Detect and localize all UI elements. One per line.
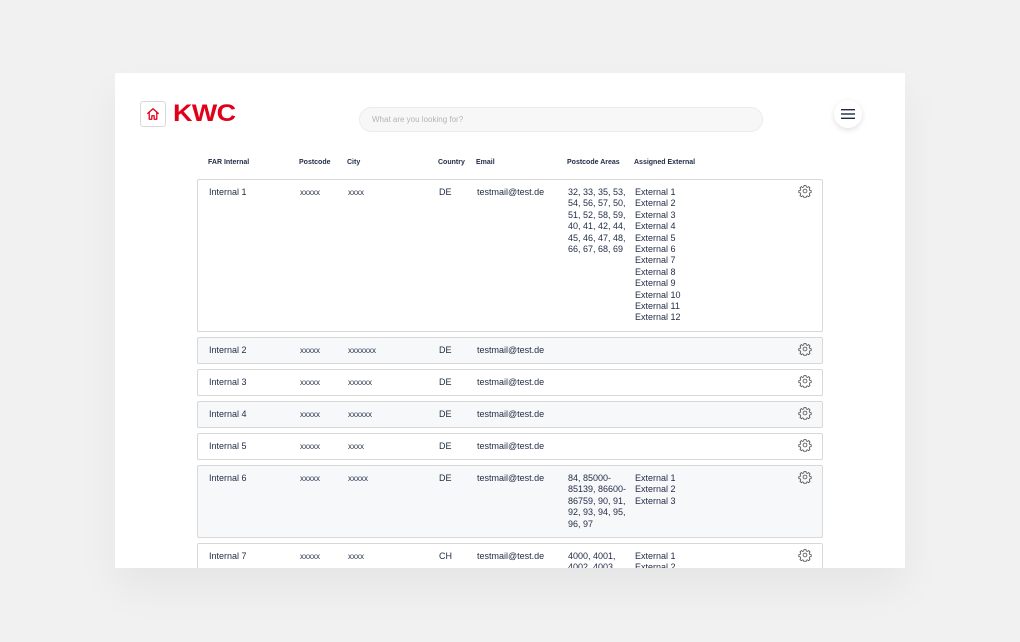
cell-city: xxxxxxx <box>348 346 376 355</box>
table-row[interactable]: Internal 7 xxxxx xxxx CH testmail@test.de 400… <box>197 543 823 568</box>
cell-far-internal: Internal 1 <box>209 187 247 197</box>
cell-country: DE <box>439 345 452 355</box>
table-row[interactable]: Internal 2 xxxxx xxxxxxx DE testmail@test.de <box>197 337 823 364</box>
cell-email: testmail@test.de <box>477 187 545 197</box>
gear-icon[interactable] <box>798 470 812 484</box>
cell-postcode: xxxxx <box>300 188 320 197</box>
external-item: External 4 <box>635 221 676 232</box>
external-item: External 8 <box>635 266 676 277</box>
home-icon <box>147 108 159 120</box>
table-row[interactable]: Internal 5 xxxxx xxxx DE testmail@test.de <box>197 433 823 460</box>
external-item: External 1 <box>635 551 676 561</box>
external-item: External 10 <box>635 289 681 300</box>
external-item: External 9 <box>635 278 676 289</box>
external-item: External 11 <box>635 301 680 312</box>
cell-country: DE <box>439 187 452 197</box>
cell-country: DE <box>439 441 452 451</box>
cell-postcode-areas: 84, 85000-85139, 86600-86759, 90, 91, 92… <box>568 473 627 529</box>
table-row[interactable]: Internal 6 xxxxx xxxxx DE testmail@test.de 84… <box>197 465 823 538</box>
cell-city: xxxx <box>348 442 364 451</box>
gear-icon[interactable] <box>798 406 812 420</box>
cell-email: testmail@test.de <box>477 473 545 483</box>
cell-far-internal: Internal 2 <box>209 345 247 355</box>
cell-postcode: xxxxx <box>300 474 320 483</box>
gear-icon[interactable] <box>798 342 812 356</box>
cell-far-internal: Internal 4 <box>209 409 247 419</box>
cell-postcode: xxxxx <box>300 442 320 451</box>
external-item: External 1 <box>635 187 676 197</box>
cell-city: xxxxx <box>348 474 368 483</box>
cell-far-internal: Internal 5 <box>209 441 247 451</box>
table-header: FAR Internal Postcode City Country Email… <box>197 155 823 171</box>
menu-button[interactable] <box>834 100 862 128</box>
cell-postcode-areas: 32, 33, 35, 53, 54, 56, 57, 50, 51, 52, … <box>568 187 626 255</box>
cell-far-internal: Internal 7 <box>209 551 247 561</box>
gear-icon[interactable] <box>798 374 812 388</box>
kwc-logo: KWC <box>173 100 236 127</box>
home-button[interactable] <box>140 101 166 127</box>
app-window: KWC FAR Internal Postcode City Country E… <box>115 73 905 568</box>
gear-icon[interactable] <box>798 184 812 198</box>
cell-city: xxxx <box>348 188 364 197</box>
cell-email: testmail@test.de <box>477 441 545 451</box>
external-item: External 7 <box>635 255 676 266</box>
external-item: External 2 <box>635 198 676 209</box>
cell-email: testmail@test.de <box>477 377 545 387</box>
external-item: External 5 <box>635 232 676 243</box>
cell-far-internal: Internal 6 <box>209 473 247 483</box>
cell-assigned-external: External 1 External 2 External 3 <box>635 473 676 507</box>
cell-postcode: xxxxx <box>300 410 320 419</box>
table-row[interactable]: Internal 4 xxxxx xxxxxx DE testmail@test.de <box>197 401 823 428</box>
external-item: External 3 <box>635 209 676 220</box>
cell-email: testmail@test.de <box>477 345 545 355</box>
cell-postcode: xxxxx <box>300 346 320 355</box>
cell-far-internal: Internal 3 <box>209 377 247 387</box>
column-header-assigned-external: Assigned External <box>634 159 696 166</box>
column-header-city: City <box>347 159 361 166</box>
cell-city: xxxxxx <box>348 378 372 387</box>
cell-country: DE <box>439 377 452 387</box>
cell-email: testmail@test.de <box>477 551 545 561</box>
cell-assigned-external: External 1 External 2 <box>635 551 676 568</box>
cell-country: DE <box>439 473 452 483</box>
column-header-country: Country <box>438 159 465 166</box>
cell-postcode: xxxxx <box>300 552 320 561</box>
hamburger-menu-icon <box>841 109 855 119</box>
column-header-far-internal: FAR Internal <box>208 159 250 166</box>
gear-icon[interactable] <box>798 548 812 562</box>
search-input[interactable] <box>359 107 763 132</box>
cell-postcode: xxxxx <box>300 378 320 387</box>
cell-country: DE <box>439 409 452 419</box>
external-item: External 12 <box>635 312 681 323</box>
cell-city: xxxxxx <box>348 410 372 419</box>
external-item: External 3 <box>635 495 676 506</box>
cell-assigned-external: External 1 External 2 External 3 External 4… <box>635 187 681 324</box>
table-body: Internal 1 xxxxx xxxx DE testmail@test.de 32,… <box>197 179 823 568</box>
column-header-postcode: Postcode <box>299 159 331 166</box>
column-header-email: Email <box>476 159 495 166</box>
external-item: External 2 <box>635 562 676 568</box>
table-row[interactable]: Internal 3 xxxxx xxxxxx DE testmail@test.de <box>197 369 823 396</box>
table-row[interactable]: Internal 1 xxxxx xxxx DE testmail@test.de 32,… <box>197 179 823 332</box>
cell-postcode-areas: 4000, 4001, 4002, 4003 <box>568 551 616 568</box>
external-item: External 1 <box>635 473 676 483</box>
cell-city: xxxx <box>348 552 364 561</box>
gear-icon[interactable] <box>798 438 812 452</box>
external-item: External 2 <box>635 484 676 495</box>
column-header-postcode-areas: Postcode Areas <box>567 159 620 166</box>
cell-email: testmail@test.de <box>477 409 545 419</box>
external-item: External 6 <box>635 244 676 255</box>
cell-country: CH <box>439 551 452 561</box>
